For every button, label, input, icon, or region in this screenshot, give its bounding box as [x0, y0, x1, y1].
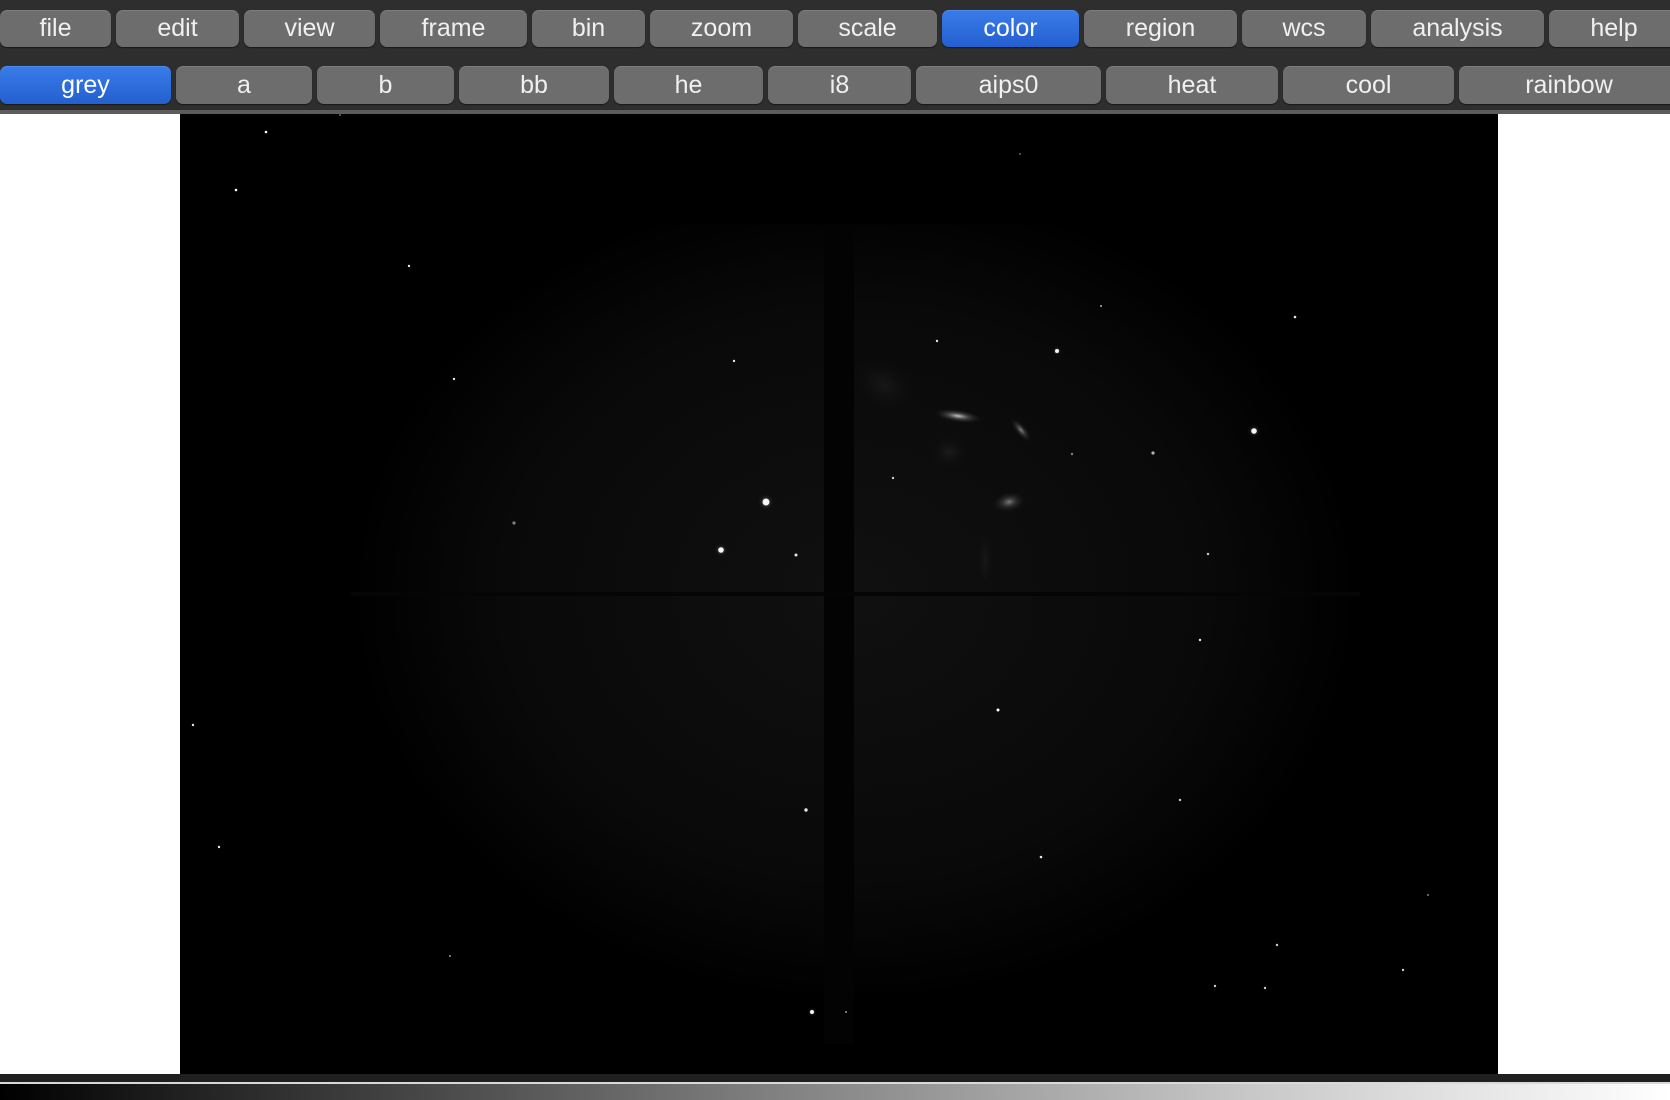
- star: [407, 264, 411, 268]
- colormap-i8[interactable]: i8: [768, 66, 911, 104]
- menu-bin[interactable]: bin: [532, 10, 645, 47]
- sky-image-canvas[interactable]: [180, 114, 1498, 1074]
- chip-gap-horizontal: [350, 592, 1360, 596]
- menu-file[interactable]: file: [0, 10, 111, 47]
- menu-zoom[interactable]: zoom: [650, 10, 793, 47]
- star: [1263, 986, 1267, 990]
- star: [1293, 315, 1297, 319]
- colormap-he[interactable]: he: [614, 66, 763, 104]
- star: [1039, 855, 1043, 859]
- menu-bar: file edit view frame bin zoom scale colo…: [0, 0, 1670, 56]
- star: [1275, 943, 1279, 947]
- star: [1206, 552, 1210, 556]
- menu-color[interactable]: color: [942, 10, 1079, 47]
- galaxy: [975, 525, 995, 595]
- star: [217, 845, 221, 849]
- star: [1100, 305, 1102, 307]
- star: [264, 130, 268, 134]
- star: [339, 114, 341, 116]
- fits-image[interactable]: [180, 114, 1498, 1074]
- menu-region[interactable]: region: [1084, 10, 1237, 47]
- menu-analysis[interactable]: analysis: [1371, 10, 1544, 47]
- star: [1151, 451, 1155, 455]
- star: [452, 377, 456, 381]
- star: [804, 808, 808, 812]
- star-halo: [714, 543, 728, 557]
- star: [996, 708, 1000, 712]
- detector-illumination: [350, 224, 1360, 1044]
- menu-scale[interactable]: scale: [798, 10, 937, 47]
- chip-gap-vertical: [824, 224, 854, 1044]
- star: [845, 1011, 847, 1013]
- star-halo: [1247, 424, 1261, 438]
- star: [512, 521, 516, 525]
- star: [891, 476, 895, 480]
- star: [732, 359, 736, 363]
- galaxy: [927, 432, 971, 472]
- star: [1070, 452, 1074, 456]
- star-halo: [757, 493, 775, 511]
- colormap-b[interactable]: b: [317, 66, 454, 104]
- colorbar-gradient[interactable]: [0, 1084, 1670, 1100]
- menu-view[interactable]: view: [244, 10, 375, 47]
- star-halo: [807, 1007, 817, 1017]
- star: [234, 188, 238, 192]
- colormap-rainbow[interactable]: rainbow: [1459, 66, 1670, 104]
- star: [1178, 798, 1182, 802]
- star: [1213, 984, 1217, 988]
- star: [449, 955, 451, 957]
- star: [1019, 153, 1021, 155]
- colormap-grey[interactable]: grey: [0, 66, 171, 104]
- star: [1427, 894, 1429, 896]
- colormap-buttonbar: grey a b bb he i8 aips0 heat cool rainbo…: [0, 56, 1670, 114]
- menu-help[interactable]: help: [1549, 10, 1670, 47]
- colormap-heat[interactable]: heat: [1106, 66, 1278, 104]
- display-separator: [0, 1074, 1670, 1082]
- star: [191, 723, 195, 727]
- menu-edit[interactable]: edit: [116, 10, 239, 47]
- colormap-aips0[interactable]: aips0: [916, 66, 1101, 104]
- star: [794, 553, 798, 557]
- menu-wcs[interactable]: wcs: [1242, 10, 1366, 47]
- menu-frame[interactable]: frame: [380, 10, 527, 47]
- star: [1198, 638, 1202, 642]
- image-display-area[interactable]: [0, 114, 1670, 1074]
- colormap-cool[interactable]: cool: [1283, 66, 1454, 104]
- colormap-bb[interactable]: bb: [459, 66, 609, 104]
- star: [935, 339, 939, 343]
- star: [1401, 968, 1405, 972]
- colormap-a[interactable]: a: [176, 66, 312, 104]
- star-halo: [1052, 346, 1062, 356]
